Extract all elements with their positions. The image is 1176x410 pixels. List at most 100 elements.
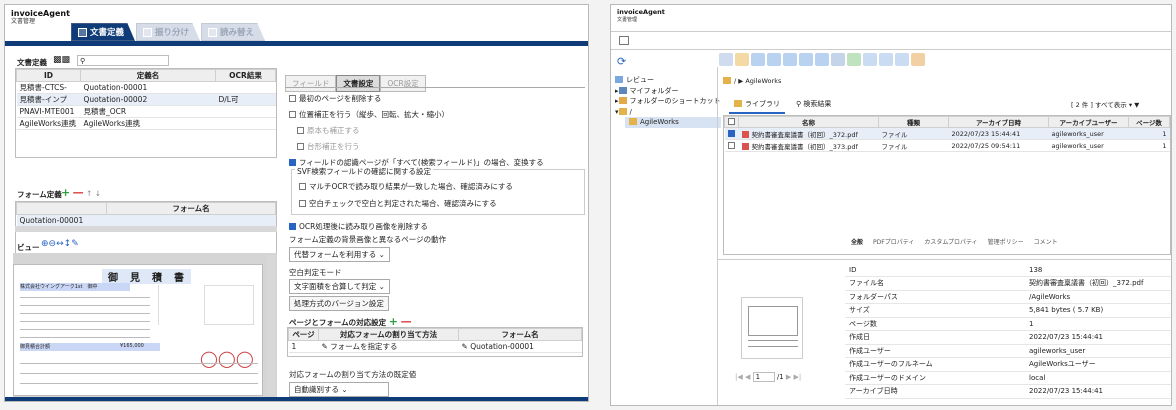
row-checkbox[interactable] [727,129,735,137]
grid-icon[interactable] [783,53,797,66]
settings-tabs: フィールド 文書設定 OCR設定 [285,75,426,92]
refresh-icon[interactable]: ⟳ [617,55,626,68]
tab-rereading[interactable]: 読み替え [201,23,266,41]
file-thumbnail [741,297,803,359]
main-tabs: 文書定義 振り分け 読み替え [71,23,266,41]
view-label: ビュー [17,243,40,252]
document-preview: 御 見 積 書 株式会社ウイングアーク1st 御中 御見積合計額 ¥165,00… [13,264,263,396]
option-multi-ocr-confirm[interactable]: マルチOCRで読み取り結果が一致した場合、確認済みにする [299,181,513,192]
table-row[interactable]: 契約書審査稟議書（初回）_372.pdf ファイル 2022/07/23 15:44… [724,127,1170,140]
row-checkbox[interactable] [727,141,735,149]
default-assign-label: 対応フォームの割り当て方法の既定値 [289,370,417,379]
tree-item-shortcut[interactable]: ▸ フォルダーのショートカット [615,96,721,107]
sort-icon [143,27,153,37]
table-row[interactable]: PNAVI-MTE001 見積書_OCR [16,105,276,118]
tab-search-results[interactable]: ⚲ 検索結果 [791,96,836,114]
zoom-out-icon[interactable]: ⊖ [49,239,57,249]
search-icon[interactable] [719,53,733,66]
tab-comments[interactable]: コメント [1034,237,1058,246]
table-row[interactable]: AgileWorks連携 AgileWorks連携 [16,117,276,130]
page-input[interactable]: 1 [752,372,775,382]
info-icon[interactable] [847,53,861,66]
last-page-icon[interactable]: ▶| [794,373,802,381]
search-icon: ⚲ [796,100,802,108]
table-row[interactable]: 見積書-インプ Quotation-00002 D/L可 [16,93,276,106]
thumbnail-pager: |◀ ◀ 1 /1 ▶ ▶| [735,372,802,382]
table-row[interactable]: 1 ✎ フォームを指定する ✎ Quotation-00001 [288,340,582,353]
next-page-icon[interactable]: ▶ [786,373,791,381]
tree-item-agileworks[interactable]: AgileWorks [625,117,721,128]
vertical-scrollbar[interactable] [267,255,275,395]
prev-page-icon[interactable]: ◀ [745,373,750,381]
document-definition-window: invoiceAgent 文書管理 文書定義 振り分け 読み替え 文書定義 ▩▩… [4,4,589,402]
list-icon[interactable] [879,53,893,66]
result-count: [ 2 件 ] すべて表示 ▾ ▼ [1071,101,1140,109]
default-assign-select[interactable]: 自動識別する ⌄ [289,382,389,397]
add-icon[interactable]: + [61,186,70,199]
folder-icon [629,118,637,125]
tab-custom-properties[interactable]: カスタムプロパティ [924,237,977,246]
tree-item-my-folder[interactable]: ▸ マイフォルダー [615,86,721,97]
folder-icon[interactable] [735,53,749,66]
blank-mode-label: 空白判定モード [289,268,342,277]
folder-tree: レビュー ▸ マイフォルダー ▸ フォルダーのショートカット ▾ / AgileWor… [615,75,721,128]
property-row: ページ数 1 [845,317,1171,331]
doc-def-tool-icons[interactable]: ▩▩ [53,55,70,65]
tab-general[interactable]: 全般 [851,237,863,246]
down-arrow-icon[interactable]: ↓ [95,189,101,198]
svf-settings-label: SVF検索フィールドの確認に関する設定 [295,166,434,177]
tree-item-review[interactable]: レビュー [615,75,721,86]
option-trapezoid-correction[interactable]: 台形補正を行う [297,141,360,152]
table-row[interactable]: 見積書-CTCS- Quotation-00001 [16,81,276,94]
tab-field[interactable]: フィールド [285,75,337,92]
tab-pdf-properties[interactable]: PDFプロパティ [873,237,914,246]
option-blank-confirm[interactable]: 空白チェックで空白と判定された場合、確認済みにする [299,198,497,209]
table-row[interactable]: 契約書審査稟議書（初回）_373.pdf ファイル 2022/07/25 09:54… [724,139,1170,152]
first-page-icon[interactable]: |◀ [735,373,743,381]
edit-icon[interactable]: ✎ [322,342,328,351]
edit-icon[interactable]: ✎ [462,342,468,351]
property-row: フォルダーパス/AgileWorks [845,290,1171,304]
filter-icon[interactable]: ▼ [1134,101,1139,109]
preview-title: 御 見 積 書 [102,269,191,284]
pdf-icon[interactable] [815,53,829,66]
view-icon[interactable] [767,53,781,66]
stack-icon[interactable] [863,53,877,66]
edit-icon[interactable]: ✎ [71,239,79,249]
preview-total-label: 御見積合計額 [20,344,51,350]
tree-item-root[interactable]: ▾ / [615,107,721,118]
option-correct-original[interactable]: 原本も補正する [297,125,360,136]
bg-behavior-select[interactable]: 代替フォームを利用する ⌄ [289,247,390,262]
property-row: 作成ユーザーのフルネーム AgileWorksユーザー [845,357,1171,372]
search-icon: ⚲ [80,57,86,65]
doc-def-label: 文書定義 [17,58,47,67]
version-settings-button[interactable]: 処理方式のバージョン設定 [289,296,389,311]
chart-icon[interactable] [895,53,909,66]
tab-ocr-settings[interactable]: OCR設定 [380,75,426,92]
move-icon[interactable] [911,53,925,66]
tab-management-policy[interactable]: 管理ポリシー [988,237,1024,246]
view-tools[interactable]: ⊕⊖↔↕✎ [41,239,79,249]
tab-sorting[interactable]: 振り分け [136,23,201,41]
panel-toggle-icon[interactable] [619,36,629,45]
chevron-down-icon[interactable]: ▾ [1129,101,1132,109]
tag-icon[interactable] [831,53,845,66]
table-row[interactable]: Quotation-00001 [16,214,276,227]
up-arrow-icon[interactable]: ↑ [86,189,92,198]
image-icon[interactable] [799,53,813,66]
tab-document-definition[interactable]: 文書定義 [71,23,136,41]
zoom-in-icon[interactable]: ⊕ [41,239,49,249]
doc-def-search-input[interactable]: ⚲ [77,55,169,66]
horizontal-scrollbar[interactable] [15,226,277,232]
remove-icon[interactable]: — [73,186,84,199]
property-row: ファイル名 契約書審査稟議書（初回）_372.pdf [845,276,1171,291]
option-position-correction[interactable]: 位置補正を行う（縦歩、回転、拡大・縮小） [289,109,449,120]
play-icon[interactable] [751,53,765,66]
option-delete-image[interactable]: OCR処理後に読み取り画像を削除する [289,221,428,232]
blank-mode-select[interactable]: 文字面積を合算して判定 ⌄ [289,279,390,294]
tab-document-settings[interactable]: 文書設定 [336,75,381,92]
tab-library[interactable]: ライブラリ [729,96,785,114]
fit-width-icon[interactable]: ↔ [56,239,64,249]
select-all-checkbox[interactable] [728,118,735,125]
option-delete-first-page[interactable]: 最初のページを削除する [289,93,381,104]
